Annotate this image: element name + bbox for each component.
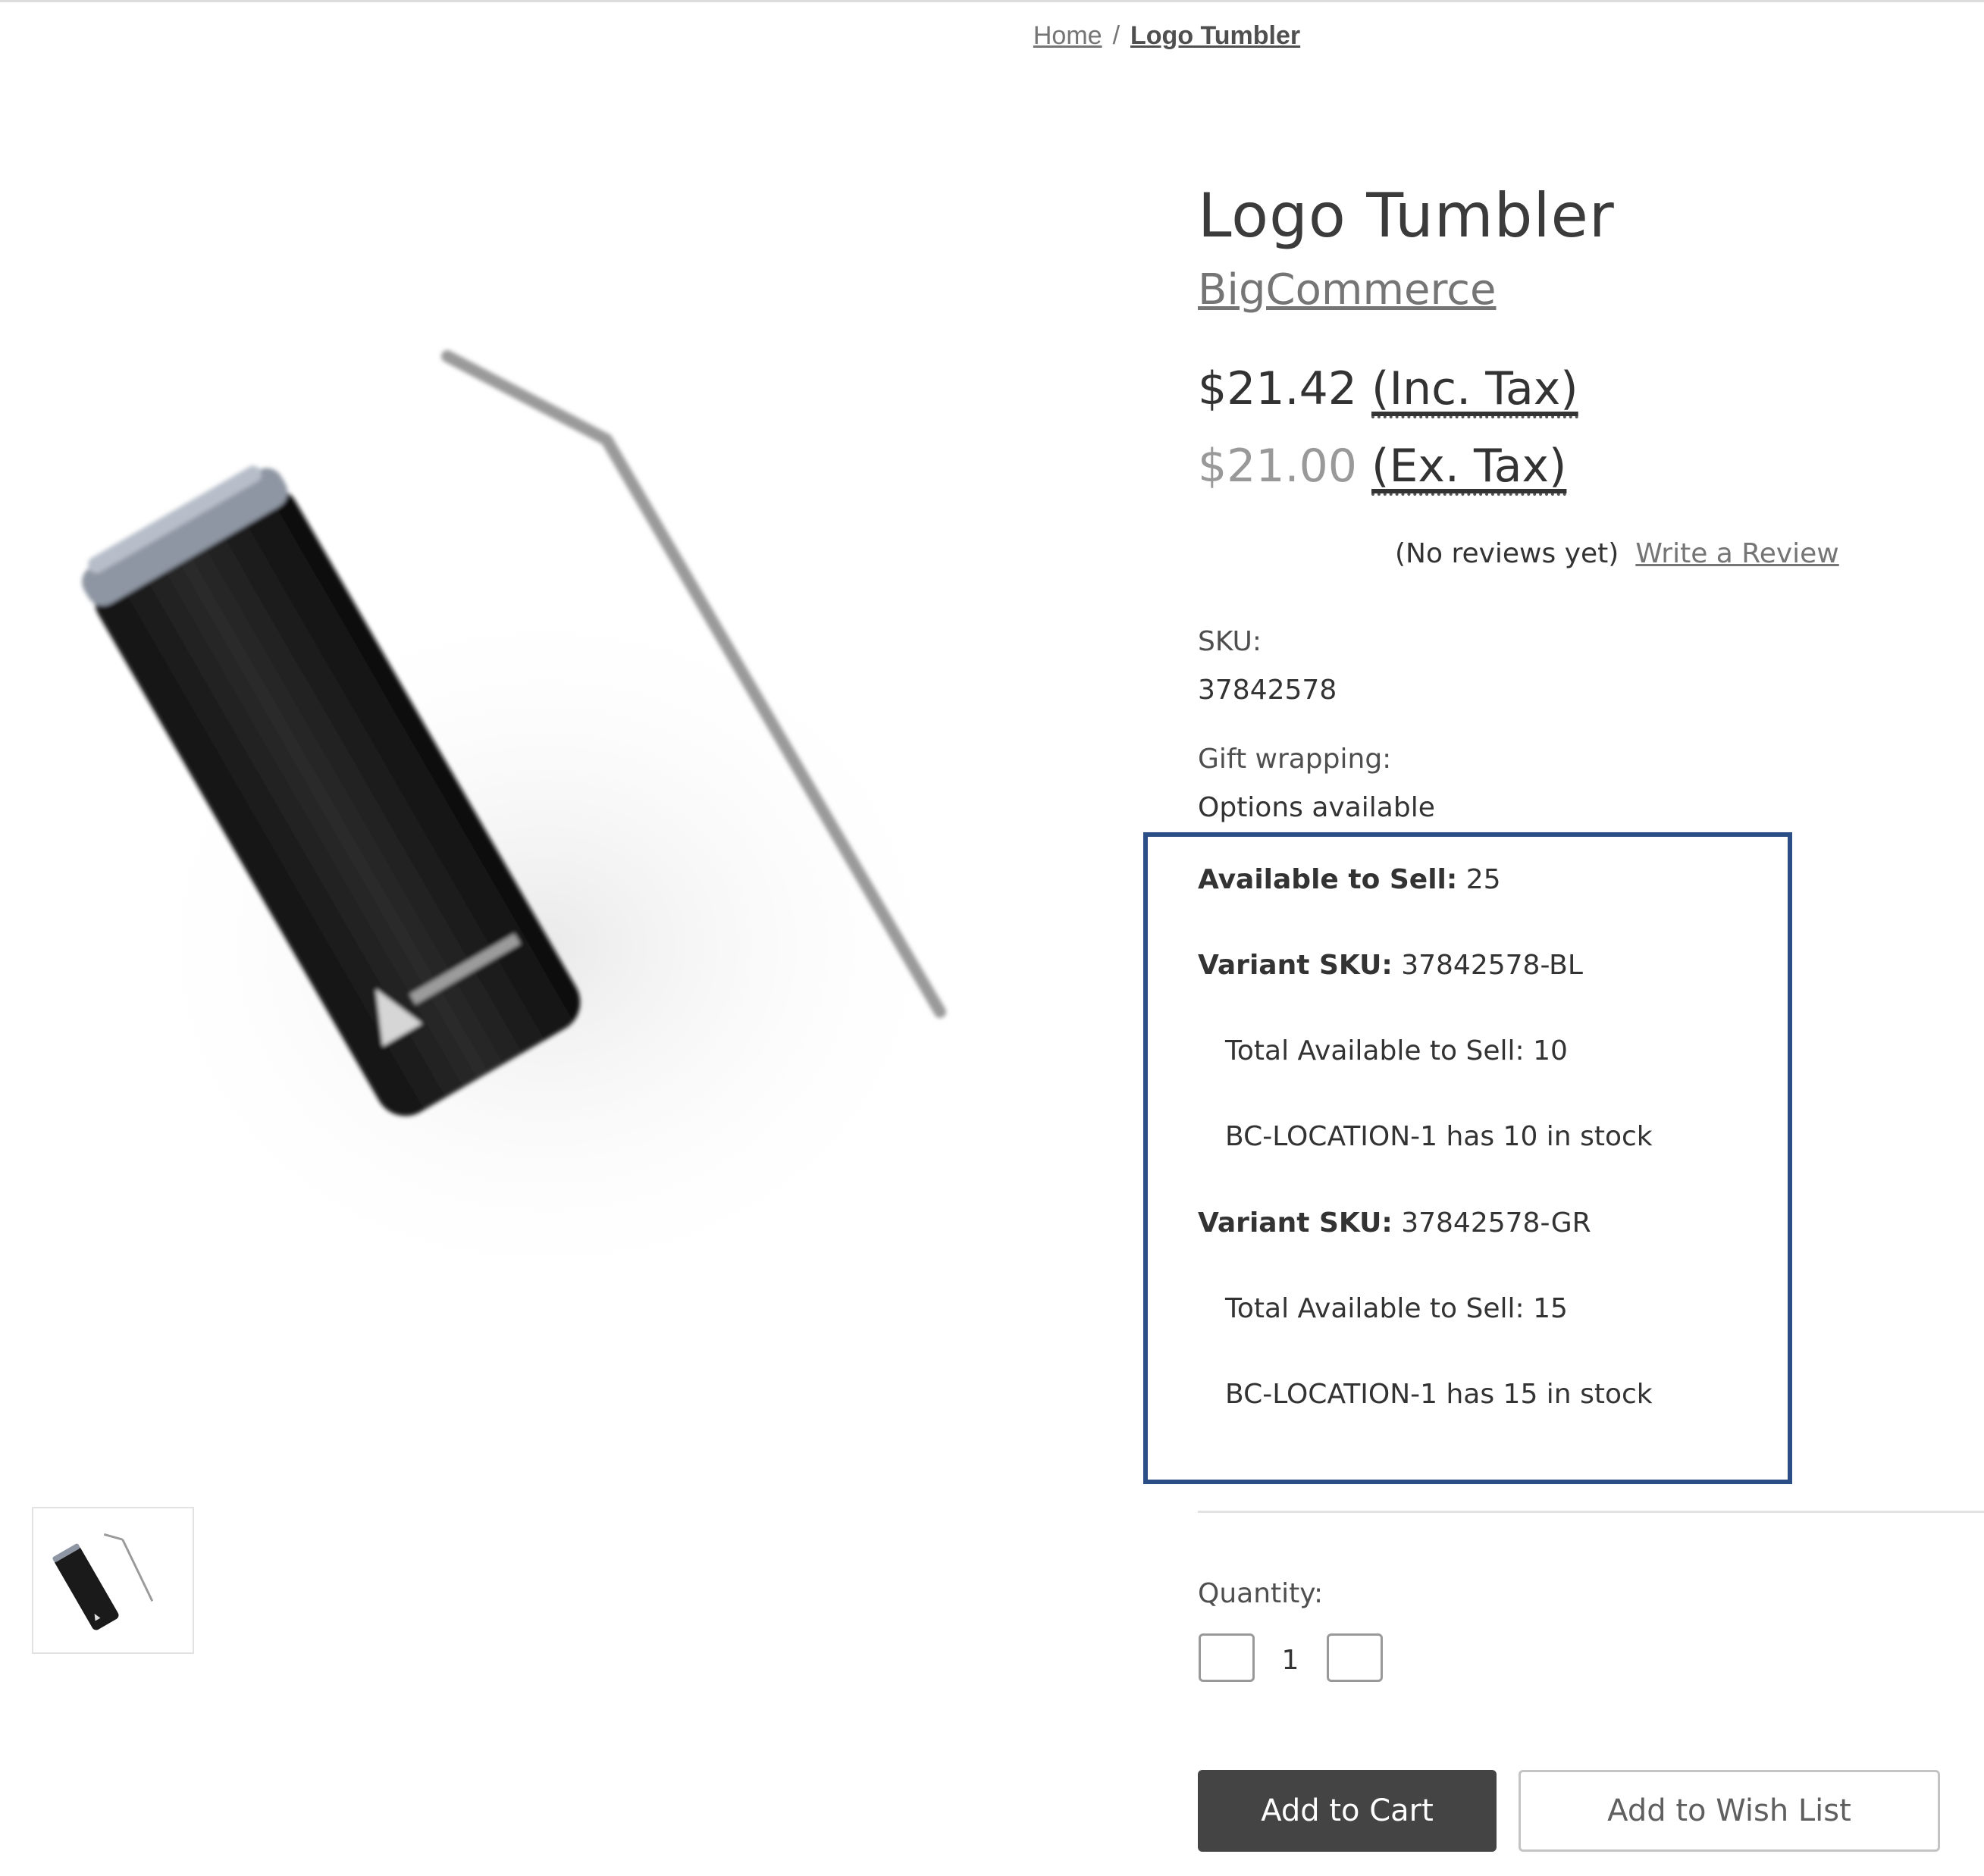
variant-sku-label: Variant SKU: — [1198, 1207, 1393, 1239]
reviews-summary: (No reviews yet) Write a Review — [1395, 538, 1839, 569]
breadcrumb: Home / Logo Tumbler — [0, 21, 1984, 51]
price-ex-tax-label: (Ex. Tax) — [1371, 440, 1567, 496]
price-inc-tax: $21.42 (Inc. Tax) — [1198, 362, 1578, 418]
write-review-link[interactable]: Write a Review — [1635, 538, 1838, 569]
product-title: Logo Tumbler — [1198, 180, 1615, 251]
variant-location-stock: BC-LOCATION-1 has 10 in stock — [1225, 1121, 1653, 1152]
quantity-input[interactable]: 1 — [1274, 1645, 1307, 1676]
gift-wrapping-label: Gift wrapping: — [1198, 744, 1392, 775]
breadcrumb-home-link[interactable]: Home — [1033, 21, 1102, 50]
price-inc-tax-label: (Inc. Tax) — [1371, 362, 1578, 418]
reviews-count-text: (No reviews yet) — [1395, 538, 1619, 569]
add-to-cart-button[interactable]: Add to Cart — [1198, 1770, 1497, 1852]
available-to-sell-value: 25 — [1465, 864, 1501, 895]
add-to-wishlist-button[interactable]: Add to Wish List — [1519, 1770, 1940, 1852]
variant-total-available: Total Available to Sell: 15 — [1225, 1293, 1568, 1324]
tumbler-thumbnail-image — [52, 1533, 154, 1630]
breadcrumb-current-link[interactable]: Logo Tumbler — [1130, 21, 1300, 50]
gift-wrapping-value: Options available — [1198, 792, 1435, 823]
available-to-sell-label: Available to Sell: — [1198, 864, 1458, 895]
price-inc-value: $21.42 — [1198, 362, 1357, 415]
sku-label: SKU: — [1198, 626, 1262, 657]
variant-sku-value: 37842578-BL — [1401, 950, 1583, 981]
top-border — [0, 0, 1984, 2]
product-thumbnail[interactable] — [32, 1507, 194, 1654]
variant-sku-value: 37842578-GR — [1401, 1207, 1591, 1239]
variant-total-available: Total Available to Sell: 10 — [1225, 1035, 1568, 1066]
main-product-image[interactable] — [76, 288, 1099, 1319]
variant-location-stock: BC-LOCATION-1 has 15 in stock — [1225, 1379, 1653, 1410]
price-ex-value: $21.00 — [1198, 440, 1357, 493]
tumbler-product-image — [82, 350, 970, 1273]
breadcrumb-separator: / — [1112, 21, 1121, 50]
section-divider — [1198, 1511, 1984, 1513]
sku-value: 37842578 — [1198, 675, 1337, 706]
quantity-increment-button[interactable] — [1327, 1633, 1383, 1682]
variant-sku-gr: Variant SKU: 37842578-GR — [1198, 1207, 1591, 1239]
price-ex-tax: $21.00 (Ex. Tax) — [1198, 440, 1567, 496]
brand-link[interactable]: BigCommerce — [1198, 265, 1496, 315]
variant-sku-label: Variant SKU: — [1198, 950, 1393, 981]
quantity-label: Quantity: — [1198, 1578, 1324, 1609]
available-to-sell: Available to Sell: 25 — [1198, 864, 1501, 895]
variant-sku-bl: Variant SKU: 37842578-BL — [1198, 950, 1583, 981]
quantity-decrement-button[interactable] — [1199, 1633, 1255, 1682]
